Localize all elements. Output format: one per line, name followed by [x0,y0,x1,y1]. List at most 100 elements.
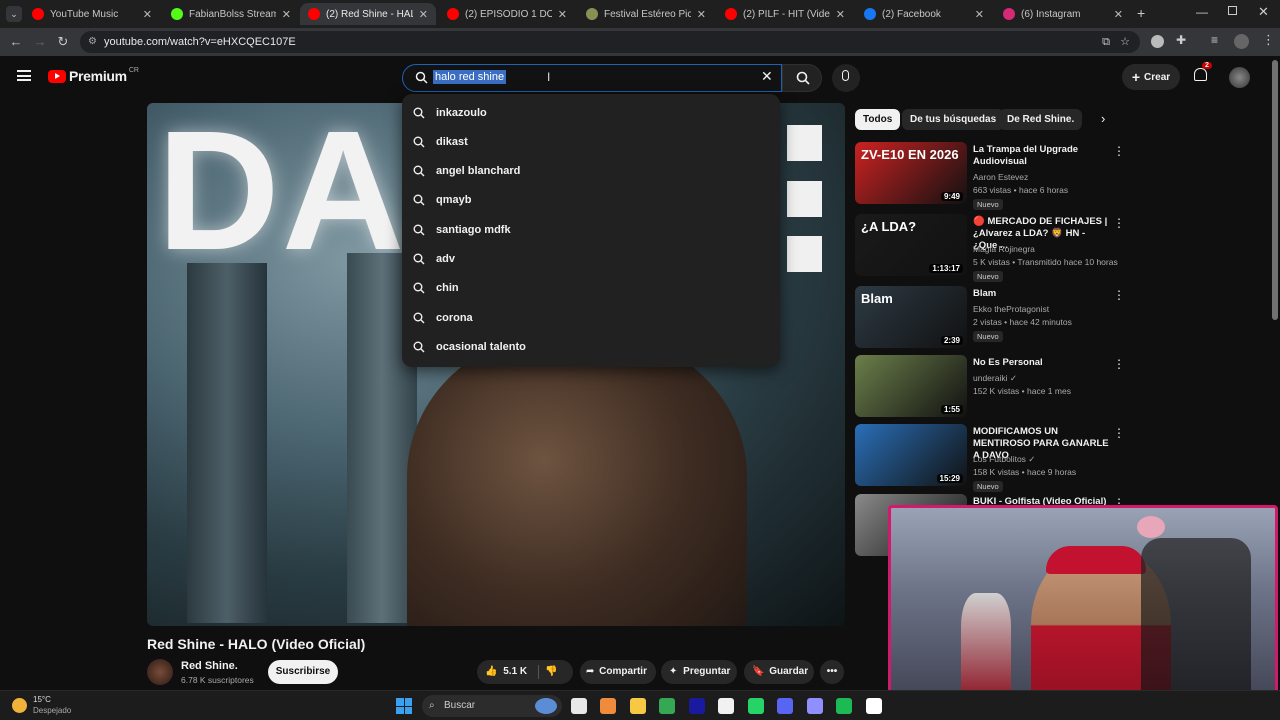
back-icon[interactable]: ← [8,34,24,50]
scrollbar[interactable] [1272,60,1278,320]
clear-search-icon[interactable]: ✕ [761,68,773,85]
voice-search-button[interactable] [832,64,860,92]
copilot-icon[interactable] [600,698,616,714]
search-suggestion[interactable]: dikast [402,127,780,156]
url-bar[interactable]: ⚙ youtube.com/watch?v=eHXCQEC107E ⧉ ☆ [80,31,1140,53]
recommended-video[interactable]: 1:55 No Es Personal underaiki ✓ 152 K vista… [855,355,1125,421]
extension-icon[interactable] [1151,35,1164,48]
media-control-icon[interactable]: ≡ [1211,33,1218,47]
notifications-button[interactable]: 2 [1194,62,1212,81]
more-vertical-icon[interactable]: ⋮ [1113,216,1125,230]
recommended-channel[interactable]: Aaron Estevez [973,172,1028,182]
browser-tab[interactable]: (2) Facebook ✕ [856,3,992,25]
more-vertical-icon[interactable]: ⋮ [1113,426,1125,440]
search-query-text[interactable]: halo red shine [433,70,507,84]
channel-name[interactable]: Red Shine. [181,660,238,672]
search-suggestion[interactable]: corona [402,303,780,332]
search-suggestion[interactable]: chin [402,274,780,303]
recommended-channel[interactable]: Los Futbolitos ✓ [973,454,1035,465]
video-thumbnail[interactable]: Blam 2:39 [855,286,967,348]
chrome-icon[interactable] [659,698,675,714]
tab-close-icon[interactable]: ✕ [558,8,567,21]
install-icon[interactable]: ⧉ [1102,31,1110,53]
video-thumbnail[interactable]: 1:55 [855,355,967,417]
whatsapp-icon[interactable] [747,698,764,714]
search-suggestion[interactable]: qmayb [402,186,780,215]
tab-list-button[interactable]: ⌄ [6,6,22,22]
bookmark-star-icon[interactable]: ☆ [1120,31,1130,53]
spotify-icon[interactable] [836,698,852,714]
thumbs-down-icon[interactable]: 👎 [545,660,557,684]
filter-chip[interactable]: De Red Shine. [999,109,1083,130]
more-vertical-icon[interactable]: ⋮ [1113,357,1125,371]
browser-tab[interactable]: (2) PILF - HIT (Video Ofici ✕ [717,3,853,25]
more-vertical-icon[interactable]: ⋮ [1113,144,1125,158]
recommended-video[interactable]: 15:29 MODIFICAMOS UN MENTIROSO PARA GANAR… [855,424,1125,492]
browser-tab[interactable]: (2) EPISODIO 1 DOCUMEN ✕ [439,3,575,25]
tab-close-icon[interactable]: ✕ [282,8,291,21]
terminal-icon[interactable] [865,698,882,714]
search-suggestion[interactable]: ocasional talento [402,332,780,361]
youtube-logo[interactable]: Premium CR [48,67,139,84]
save-button[interactable]: 🔖 Guardar [744,660,814,684]
obs-icon[interactable] [718,698,734,714]
create-button[interactable]: + Crear [1122,64,1180,90]
premiere-icon[interactable] [688,698,705,714]
file-explorer-icon[interactable] [629,698,646,714]
search-button[interactable] [782,64,822,92]
hamburger-menu-icon[interactable] [17,70,31,81]
windows-start-icon[interactable] [396,698,412,714]
video-thumbnail[interactable]: 15:29 [855,424,967,486]
profile-avatar-icon[interactable] [1234,34,1249,49]
tab-close-icon[interactable]: ✕ [1114,8,1123,21]
browser-tab[interactable]: FabianBolss Stream - Wat ✕ [163,3,299,25]
search-suggestion[interactable]: adv [402,245,780,274]
search-suggestion[interactable]: inkazoulo [402,98,780,127]
recommended-video[interactable]: ZV-E10 EN 2026 9:49 La Trampa del Upgrade … [855,142,1125,210]
recommended-channel[interactable]: underaiki ✓ [973,373,1017,384]
browser-tab[interactable]: Festival Estéreo Picnic Bo ✕ [578,3,714,25]
reload-icon[interactable]: ↻ [55,34,71,50]
like-button[interactable]: 👍 5.1 K [485,660,527,684]
minimize-button[interactable]: — [1196,5,1208,19]
discord-icon[interactable] [777,698,793,714]
search-suggestion[interactable]: angel blanchard [402,157,780,186]
filter-chip[interactable]: Todos [855,109,901,130]
channel-avatar[interactable] [147,659,173,685]
forward-icon[interactable]: → [32,34,48,50]
recommended-video[interactable]: ¿A LDA? 1:13:17 🔴 MERCADO DE FICHAJES | ¿A… [855,214,1125,282]
tab-close-icon[interactable]: ✕ [836,8,845,21]
site-info-icon[interactable]: ⚙ [88,31,97,53]
recommended-channel[interactable]: Magia Rojinegra [973,244,1035,254]
maximize-button[interactable] [1228,6,1237,15]
extensions-puzzle-icon[interactable]: ✚ [1176,33,1186,47]
task-view-icon[interactable] [570,698,587,714]
new-tab-button[interactable]: + [1137,5,1145,21]
more-vertical-icon[interactable]: ⋮ [1113,288,1125,302]
recommended-channel[interactable]: Ekko theProtagonist [973,304,1049,314]
browser-tab[interactable]: YouTube Music ✕ [24,3,160,25]
ask-button[interactable]: ✦ Preguntar [661,660,737,684]
subscribe-button[interactable]: Suscribirse [268,660,338,684]
recommended-video[interactable]: Blam 2:39 Blam Ekko theProtagonist 2 vistas … [855,286,1125,352]
browser-menu-icon[interactable]: ⋮ [1262,32,1275,48]
close-window-button[interactable]: ✕ [1258,4,1269,20]
tab-close-icon[interactable]: ✕ [697,8,706,21]
filter-chip[interactable]: De tus búsquedas [902,109,1005,130]
more-actions-button[interactable]: ••• [820,660,844,684]
search-suggestion[interactable]: santiago mdfk [402,215,780,244]
share-button[interactable]: ➦ Compartir [580,660,656,684]
widgets-icon[interactable] [535,698,557,714]
weather-icon[interactable] [12,698,27,713]
account-avatar[interactable] [1229,67,1250,88]
tab-close-icon[interactable]: ✕ [975,8,984,21]
edge-icon[interactable] [806,698,823,714]
tab-close-icon[interactable]: ✕ [143,8,152,21]
browser-tab[interactable]: (2) Red Shine - HALO (Vid ✕ [300,3,436,25]
search-input[interactable]: halo red shine I ✕ [402,64,782,92]
video-thumbnail[interactable]: ZV-E10 EN 2026 9:49 [855,142,967,204]
tab-close-icon[interactable]: ✕ [419,8,428,21]
chips-next-chevron-icon[interactable]: › [1101,111,1105,126]
browser-tab[interactable]: (6) Instagram ✕ [995,3,1131,25]
video-thumbnail[interactable]: ¿A LDA? 1:13:17 [855,214,967,276]
